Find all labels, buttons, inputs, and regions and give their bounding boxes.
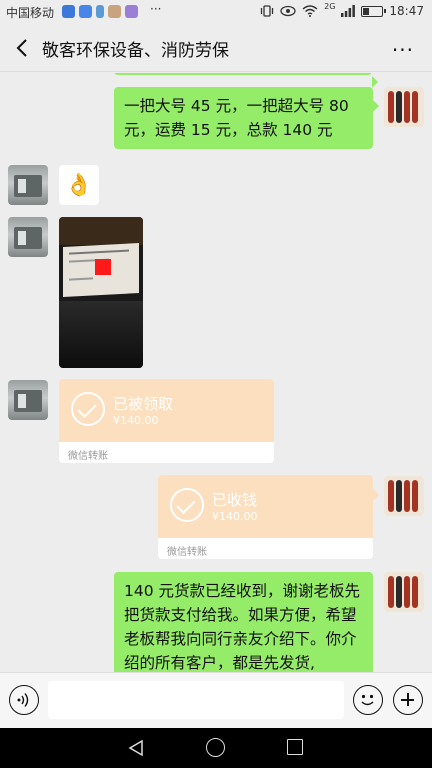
eye-icon <box>280 5 296 17</box>
avatar-contact[interactable] <box>8 165 48 205</box>
notification-message-icon <box>125 5 138 18</box>
emoji-icon[interactable] <box>353 685 383 715</box>
avatar-self[interactable] <box>384 476 424 516</box>
message-image[interactable] <box>59 217 143 368</box>
nav-recent-icon[interactable] <box>287 739 303 755</box>
battery-icon <box>361 5 387 17</box>
message-list[interactable]: 一把大号 45 元，一把超大号 80 元，运费 15 元，总款 140 元 👌 … <box>0 73 432 672</box>
wifi-icon <box>302 5 318 17</box>
clock: 18:47 <box>389 4 424 18</box>
transfer-footer: 微信转账 <box>68 451 108 462</box>
ok-hand-icon: 👌 <box>65 172 93 198</box>
notification-photo-icon <box>108 5 121 18</box>
notification-phone-icon <box>96 5 104 18</box>
transfer-amount: ¥140.00 <box>212 510 258 523</box>
redaction-mark <box>95 259 111 275</box>
voice-icon[interactable] <box>9 685 39 715</box>
message-emoji[interactable]: 👌 <box>59 165 99 205</box>
check-circle-icon <box>71 392 105 426</box>
transfer-status: 已收钱 <box>212 491 258 509</box>
notification-shield-icon <box>79 5 92 18</box>
notification-app-icon <box>62 5 75 18</box>
more-dots-icon[interactable]: ··· <box>392 38 414 62</box>
chat-title: 敬客环保设备、消防劳保 <box>42 41 229 61</box>
more-notifications: ··· <box>150 2 162 16</box>
transfer-footer: 微信转账 <box>167 547 207 558</box>
nav-home-icon[interactable] <box>206 738 225 757</box>
carrier-label: 中国移动 <box>6 6 55 20</box>
notification-icons <box>62 5 138 18</box>
check-circle-icon <box>170 488 204 522</box>
transfer-card-accepted[interactable]: 已收钱 ¥140.00 微信转账 <box>158 475 373 559</box>
nav-back-icon[interactable] <box>127 739 145 757</box>
message-input[interactable] <box>48 681 344 719</box>
avatar-self[interactable] <box>384 572 424 612</box>
message-text: 一把大号 45 元，一把超大号 80 元，运费 15 元，总款 140 元 <box>124 97 349 139</box>
chat-header: 敬客环保设备、消防劳保 ··· <box>0 24 432 72</box>
transfer-status: 已被领取 <box>113 395 174 413</box>
chevron-left-icon[interactable] <box>12 36 34 60</box>
bubble-tail <box>373 489 379 501</box>
system-nav-bar <box>0 728 432 768</box>
message-bubble-text[interactable]: 一把大号 45 元，一把超大号 80 元，运费 15 元，总款 140 元 <box>114 87 379 149</box>
network-type-label: 2G <box>324 1 336 11</box>
avatar-contact[interactable] <box>8 380 48 420</box>
status-bar: 中国移动 ··· 2G 18:47 <box>0 0 432 24</box>
transfer-amount: ¥140.00 <box>113 414 159 427</box>
input-bar <box>0 672 432 728</box>
vibrate-icon <box>260 5 274 17</box>
transfer-card-received[interactable]: 已被领取 ¥140.00 微信转账 <box>59 379 274 463</box>
message-bubble-text[interactable]: 140 元货款已经收到，谢谢老板先把货款支付给我。如果方便，希望老板帮我向同行亲… <box>114 572 373 672</box>
signal-icon <box>341 5 356 17</box>
avatar-contact[interactable] <box>8 217 48 257</box>
plus-icon[interactable] <box>393 685 423 715</box>
message-bubble-partial <box>114 73 378 88</box>
message-text: 140 元货款已经收到，谢谢老板先把货款支付给我。如果方便，希望老板帮我向同行亲… <box>124 582 361 672</box>
status-icons-right: 2G 18:47 <box>260 1 424 18</box>
avatar-self[interactable] <box>384 87 424 127</box>
